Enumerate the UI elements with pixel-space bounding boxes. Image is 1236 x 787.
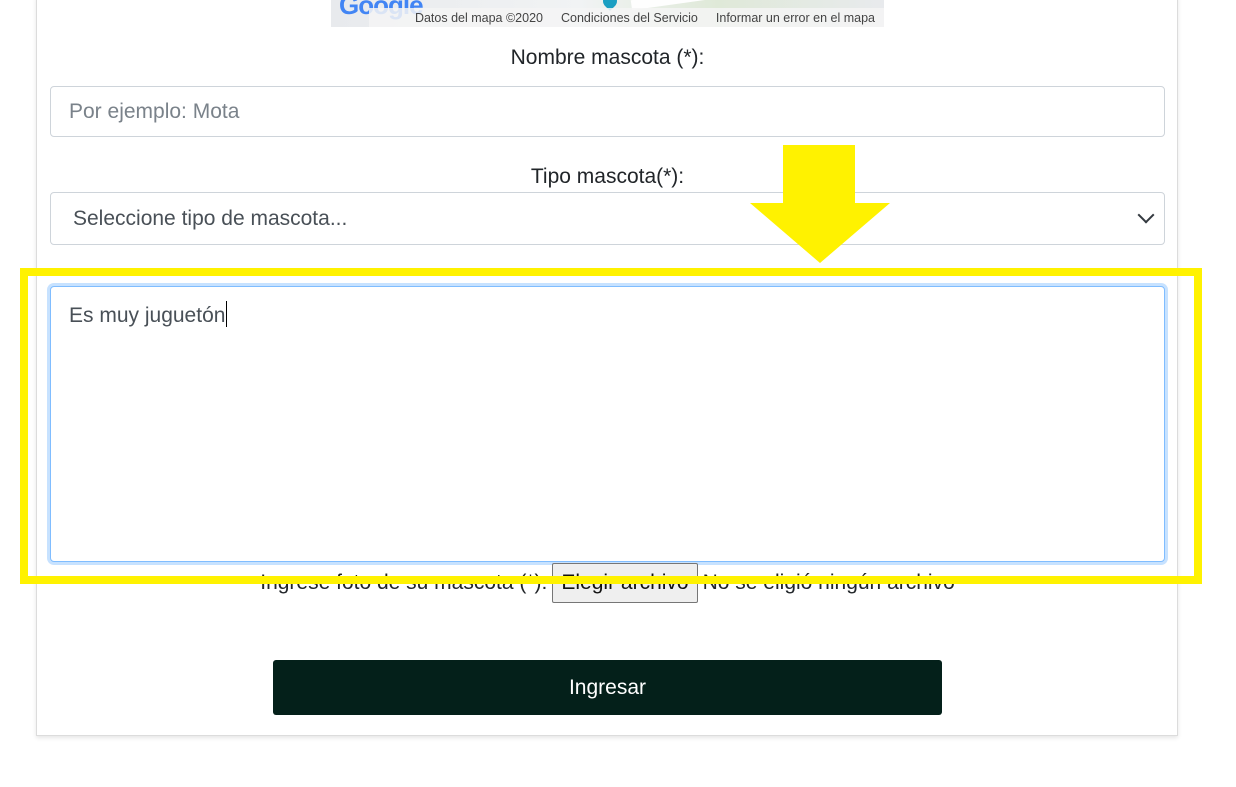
pet-type-select[interactable]: Seleccione tipo de mascota... [50, 192, 1165, 245]
choose-file-button[interactable]: Elegir archivo [552, 563, 698, 603]
photo-upload-label: Ingrese foto de su mascota (*): [260, 571, 548, 594]
chevron-down-icon [1137, 206, 1155, 224]
pet-type-selected-value: Seleccione tipo de mascota... [73, 206, 348, 230]
map-embed[interactable]: Google Datos del mapa ©2020 Condiciones … [331, 0, 884, 27]
pet-name-label: Nombre mascota (*): [510, 46, 705, 69]
page: Google Datos del mapa ©2020 Condiciones … [0, 0, 1236, 787]
map-footer: Datos del mapa ©2020 Condiciones del Ser… [369, 8, 884, 27]
map-report-link[interactable]: Informar un error en el mapa [716, 11, 875, 25]
map-terms-link[interactable]: Condiciones del Servicio [561, 11, 698, 25]
pet-name-input[interactable] [50, 86, 1165, 137]
pet-type-label: Tipo mascota(*): [530, 165, 685, 188]
submit-button[interactable]: Ingresar [273, 660, 942, 715]
file-status-text: No se eligió ningún archivo [702, 571, 955, 594]
pet-description-textarea[interactable]: Es muy juguetón [50, 286, 1165, 562]
pet-description-text: Es muy juguetón [69, 304, 226, 327]
text-caret [226, 301, 228, 327]
photo-upload-row: Ingrese foto de su mascota (*): Elegir a… [50, 563, 1165, 603]
map-data-link[interactable]: Datos del mapa ©2020 [415, 11, 543, 25]
